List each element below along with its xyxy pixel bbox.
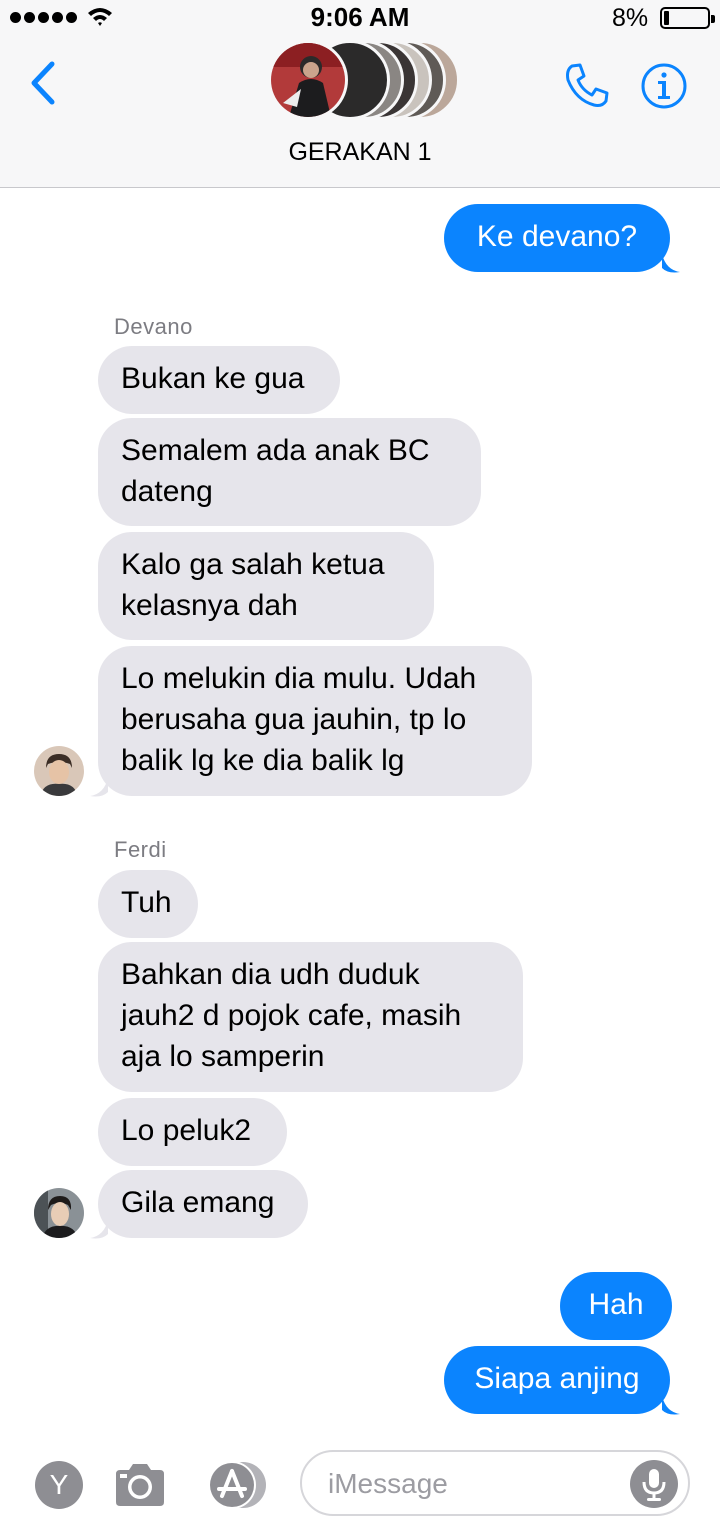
bubble-tail: [662, 254, 680, 273]
incoming-message[interactable]: Lo melukin dia mulu. Udah berusaha gua j…: [98, 646, 532, 796]
incoming-message[interactable]: Semalem ada anak BC dateng: [98, 418, 481, 526]
imessage-input[interactable]: [328, 1462, 628, 1506]
sender-name: Devano: [114, 314, 193, 339]
avatar-photo: [34, 746, 84, 796]
camera-icon[interactable]: [112, 1460, 168, 1510]
group-member-avatar: [268, 40, 348, 120]
outgoing-message[interactable]: Hah: [560, 1272, 672, 1340]
avatar[interactable]: [34, 746, 84, 796]
incoming-message[interactable]: Lo peluk2: [98, 1098, 287, 1166]
outgoing-message[interactable]: Ke devano?: [444, 204, 670, 272]
back-button[interactable]: [24, 58, 64, 108]
battery-icon: [660, 7, 715, 29]
avatar[interactable]: [34, 1188, 84, 1238]
app-store-icon[interactable]: [205, 1460, 271, 1510]
sender-name: Ferdi: [114, 837, 167, 862]
group-avatar-stack[interactable]: [268, 40, 460, 120]
incoming-message[interactable]: Bukan ke gua: [98, 346, 340, 414]
avatar-photo: [34, 1188, 84, 1238]
outgoing-message[interactable]: Siapa anjing: [444, 1346, 670, 1414]
incoming-message[interactable]: Kalo ga salah ketua kelasnya dah: [98, 532, 434, 640]
group-name[interactable]: GERAKAN 1: [0, 138, 720, 167]
phone-icon[interactable]: [562, 60, 612, 110]
incoming-message[interactable]: Gila emang: [98, 1170, 308, 1238]
incoming-message[interactable]: Tuh: [98, 870, 198, 938]
incoming-message[interactable]: Bahkan dia udh duduk jauh2 d pojok cafe,…: [98, 942, 523, 1092]
microphone-icon: [642, 1469, 666, 1501]
battery-percent: 8%: [612, 4, 649, 32]
microphone-button[interactable]: [630, 1460, 678, 1508]
info-icon[interactable]: [640, 62, 688, 110]
bubble-tail: [662, 1396, 680, 1415]
app-y-label: Y: [49, 1469, 69, 1500]
imessage-input-container[interactable]: [300, 1450, 690, 1516]
bubble-tail: [90, 778, 108, 797]
bubble-tail: [90, 1220, 108, 1239]
avatar-photo: [271, 43, 345, 117]
status-bar: 9:06 AM 8%: [0, 0, 720, 36]
conversation-header: 9:06 AM 8% GERAKAN 1: [0, 0, 720, 188]
app-y-button[interactable]: Y: [34, 1460, 84, 1510]
